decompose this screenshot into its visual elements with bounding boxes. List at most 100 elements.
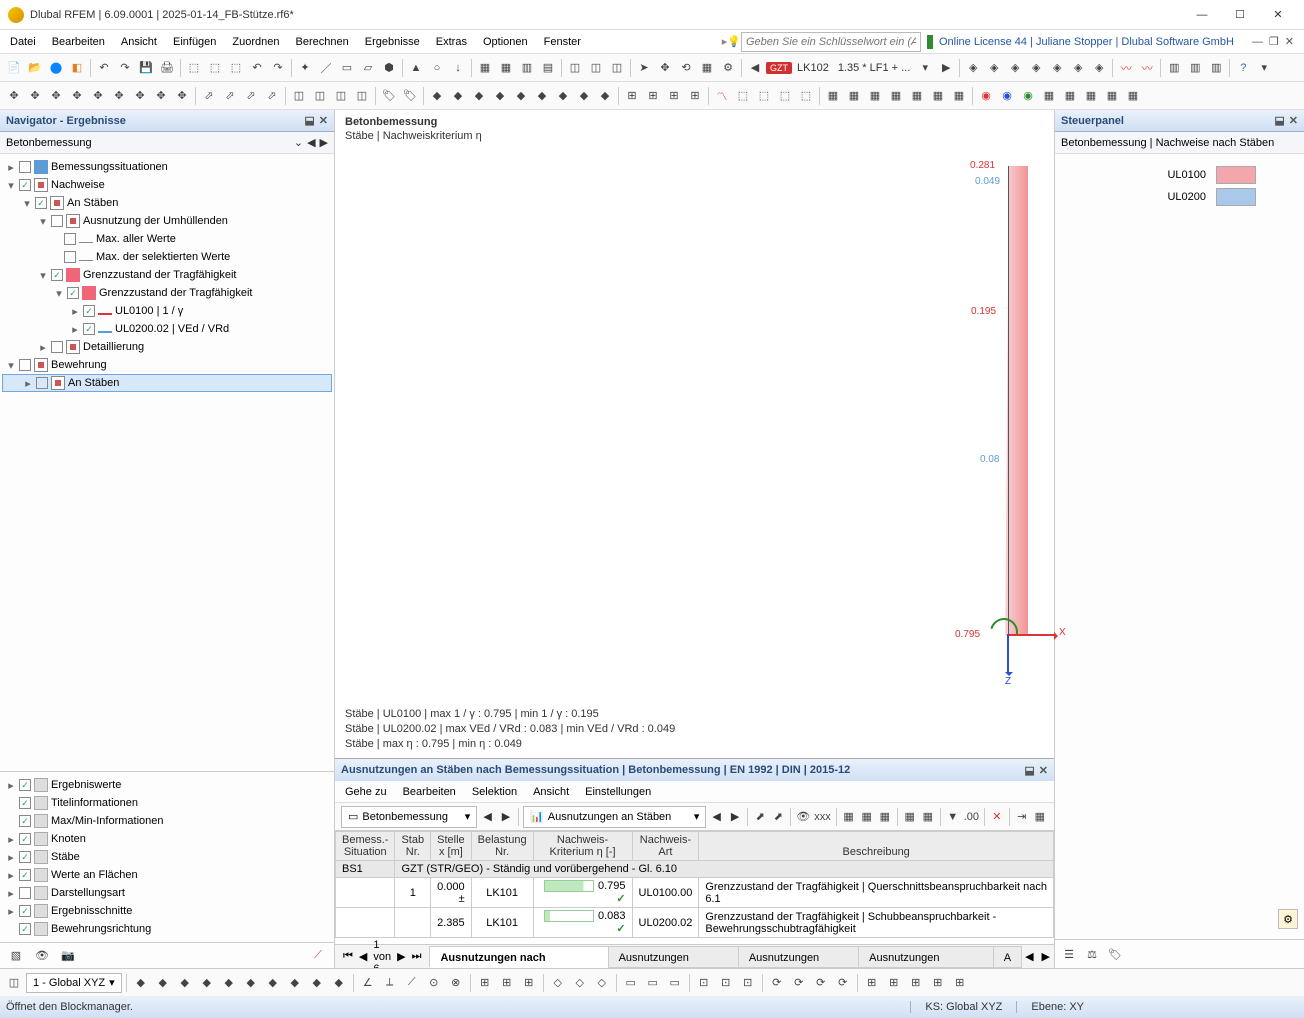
th-stab[interactable]: StabNr.: [395, 832, 431, 861]
steuer-tag-icon[interactable]: 🏷: [1105, 944, 1125, 964]
analyze-icon[interactable]: ⚙: [718, 58, 738, 78]
cur4-icon[interactable]: ⬀: [262, 86, 282, 106]
mesh-icon[interactable]: ▦: [697, 58, 717, 78]
nav-eye-icon[interactable]: 👁: [32, 946, 52, 966]
st-icon8[interactable]: ◆: [263, 973, 283, 993]
arrow-icon[interactable]: ➤: [634, 58, 654, 78]
extra6-icon[interactable]: ◈: [1068, 58, 1088, 78]
r6-icon[interactable]: ▦: [928, 86, 948, 106]
tp-tool10-icon[interactable]: .00: [963, 807, 980, 827]
nav-pin-icon[interactable]: ⬓: [304, 114, 314, 127]
close-button[interactable]: ✕: [1260, 4, 1296, 26]
d4-icon[interactable]: ⬚: [775, 86, 795, 106]
tp-delete-icon[interactable]: ✕: [989, 807, 1005, 827]
results-table[interactable]: Bemess.-Situation StabNr. Stellex [m] Be…: [335, 831, 1054, 938]
opt-titel[interactable]: ✓Titelinformationen: [2, 794, 332, 812]
d3-icon[interactable]: ⬚: [754, 86, 774, 106]
opt-bewehrungsrichtung[interactable]: ✓Bewehrungsrichtung: [2, 920, 332, 938]
tab-bemessungssituation[interactable]: Ausnutzungen nach Bemessungssituation: [429, 946, 608, 968]
tab-materialweise[interactable]: Ausnutzungen materialweise: [738, 946, 859, 968]
opt-flaechen[interactable]: ▸✓Werte an Flächen: [2, 866, 332, 884]
d1-icon[interactable]: 〽: [712, 86, 732, 106]
th-belastung[interactable]: BelastungNr.: [471, 832, 533, 861]
mesh2-icon[interactable]: ◫: [310, 86, 330, 106]
menu-zuordnen[interactable]: Zuordnen: [224, 31, 287, 53]
help-icon[interactable]: ?: [1233, 58, 1253, 78]
tp-close-icon[interactable]: ✕: [1039, 764, 1048, 777]
tp-tool7-icon[interactable]: ▦: [877, 807, 893, 827]
mesh4-icon[interactable]: ◫: [352, 86, 372, 106]
node-icon[interactable]: ✦: [295, 58, 315, 78]
sel7-icon[interactable]: ✥: [130, 86, 150, 106]
tp-pin-icon[interactable]: ⬓: [1024, 764, 1034, 777]
extra5-icon[interactable]: ◈: [1047, 58, 1067, 78]
tp-tool9-icon[interactable]: ▦: [920, 807, 936, 827]
tp-tool4-icon[interactable]: xxx: [813, 807, 832, 827]
tp-tool11-icon[interactable]: ▦: [1032, 807, 1048, 827]
sub-restore-icon[interactable]: ❐: [1269, 31, 1279, 53]
extra1-icon[interactable]: ◈: [963, 58, 983, 78]
calc-icon[interactable]: ▥: [517, 58, 537, 78]
sel9-icon[interactable]: ✥: [172, 86, 192, 106]
s3-icon[interactable]: ◆: [469, 86, 489, 106]
st-icon6[interactable]: ◆: [219, 973, 239, 993]
st-icon4[interactable]: ◆: [175, 973, 195, 993]
sel4-icon[interactable]: ✥: [67, 86, 87, 106]
steuer-scale-icon[interactable]: ⚖: [1082, 944, 1102, 964]
blockmanager-icon[interactable]: ◧: [67, 58, 87, 78]
tp-tool3-icon[interactable]: 👁: [795, 807, 811, 827]
c2-icon[interactable]: ◉: [997, 86, 1017, 106]
r5-icon[interactable]: ▦: [907, 86, 927, 106]
st-osnap2-icon[interactable]: ◇: [570, 973, 590, 993]
line-icon[interactable]: ／: [316, 58, 336, 78]
table-select-module[interactable]: ▭Betonbemessung▾: [341, 806, 477, 828]
st-snap4-icon[interactable]: ⊙: [424, 973, 444, 993]
tree-max-aller[interactable]: Max. aller Werte: [2, 230, 332, 248]
st-snap2-icon[interactable]: ⟂: [380, 973, 400, 993]
dropdown-icon[interactable]: ▾: [915, 58, 935, 78]
new-file-icon[interactable]: 📄: [4, 58, 24, 78]
pager-prev-icon[interactable]: ◀: [359, 950, 367, 963]
nav-camera-icon[interactable]: 📷: [58, 946, 78, 966]
help-bulb-icon[interactable]: 💡: [727, 35, 741, 48]
filter2-icon[interactable]: ▥: [1185, 58, 1205, 78]
sub-minimize-icon[interactable]: —: [1252, 31, 1263, 53]
r7-icon[interactable]: ▦: [949, 86, 969, 106]
tp-next2-icon[interactable]: ▶: [727, 810, 743, 823]
graph2-icon[interactable]: 〰: [1137, 58, 1157, 78]
opt-knoten[interactable]: ▸✓Knoten: [2, 830, 332, 848]
st-icon11[interactable]: ◆: [329, 973, 349, 993]
coord-select[interactable]: 1 - Global XYZ▾: [26, 973, 122, 993]
save-icon[interactable]: ⬤: [46, 58, 66, 78]
v4-icon[interactable]: ⊞: [685, 86, 705, 106]
move-icon[interactable]: ✥: [655, 58, 675, 78]
st-wp1-icon[interactable]: ▭: [621, 973, 641, 993]
tp-tool5-icon[interactable]: ▦: [841, 807, 857, 827]
undo2-icon[interactable]: ↶: [247, 58, 267, 78]
combo-label[interactable]: 1.35 * LF1 + ...: [834, 62, 914, 74]
print-icon[interactable]: 🖨: [157, 58, 177, 78]
s7-icon[interactable]: ◆: [553, 86, 573, 106]
d2-icon[interactable]: ⬚: [733, 86, 753, 106]
pager-next-icon[interactable]: ▶: [397, 950, 405, 963]
solid-icon[interactable]: ⬢: [379, 58, 399, 78]
table-select-type[interactable]: 📊Ausnutzungen an Stäben▾: [523, 806, 706, 828]
s8-icon[interactable]: ◆: [574, 86, 594, 106]
st-icon9[interactable]: ◆: [285, 973, 305, 993]
tree-an-staben2[interactable]: ▸An Stäben: [2, 374, 332, 392]
member-icon[interactable]: ▭: [337, 58, 357, 78]
sub-close-icon[interactable]: ✕: [1285, 31, 1294, 53]
st-osnap3-icon[interactable]: ◇: [592, 973, 612, 993]
opt-ergebniswerte[interactable]: ▸✓Ergebniswerte: [2, 776, 332, 794]
redo2-icon[interactable]: ↷: [268, 58, 288, 78]
search-input[interactable]: [741, 32, 921, 52]
menu-einfuegen[interactable]: Einfügen: [165, 31, 224, 53]
dropdown2-icon[interactable]: ▾: [1254, 58, 1274, 78]
lk-label[interactable]: LK102: [793, 62, 833, 74]
maximize-button[interactable]: ☐: [1222, 4, 1258, 26]
th-art[interactable]: Nachweis-Art: [632, 832, 699, 861]
tree-bemessungssituationen[interactable]: ▸Bemessungssituationen: [2, 158, 332, 176]
st-snap5-icon[interactable]: ⊗: [446, 973, 466, 993]
steuer-list-icon[interactable]: ☰: [1059, 944, 1079, 964]
v1-icon[interactable]: ⊞: [622, 86, 642, 106]
